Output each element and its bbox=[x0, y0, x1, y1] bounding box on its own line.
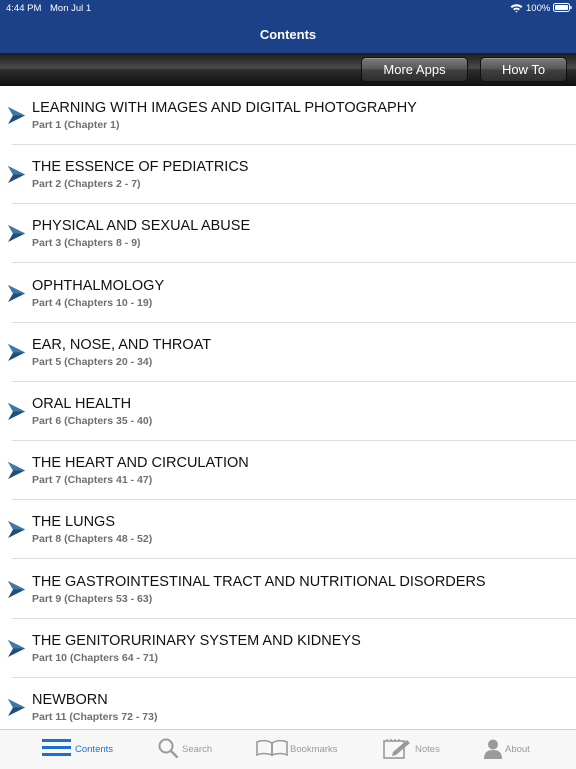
contents-row[interactable]: THE GENITORURINARY SYSTEM AND KIDNEYS Par… bbox=[0, 619, 576, 678]
tab-notes[interactable]: Notes bbox=[383, 730, 445, 769]
contents-row-title: EAR, NOSE, AND THROAT bbox=[32, 336, 212, 353]
nav-header: 4:44 PM Mon Jul 1 100% Contents bbox=[0, 0, 576, 53]
contents-row-title: NEWBORN bbox=[32, 692, 108, 708]
how-to-button[interactable]: How To bbox=[480, 57, 567, 82]
more-apps-button[interactable]: More Apps bbox=[361, 57, 468, 82]
contents-row[interactable]: NEWBORN Part 11 (Chapters 72 - 73) bbox=[0, 678, 576, 729]
tab-label-search: Search bbox=[182, 744, 213, 755]
contents-row[interactable]: THE HEART AND CIRCULATION Part 7 (Chapter… bbox=[0, 441, 576, 501]
tab-label-contents: Contents bbox=[75, 744, 114, 755]
person-icon bbox=[484, 739, 502, 764]
chevron-right-icon bbox=[8, 284, 25, 302]
tab-search[interactable]: Search bbox=[158, 730, 218, 769]
search-icon bbox=[158, 738, 179, 763]
contents-row[interactable]: LEARNING WITH IMAGES AND DIGITAL PHOTOGR… bbox=[0, 86, 576, 145]
contents-row[interactable]: THE LUNGS Part 8 (Chapters 48 - 52) bbox=[0, 500, 576, 560]
contents-row[interactable]: ORAL HEALTH Part 6 (Chapters 35 - 40) bbox=[0, 382, 576, 441]
chevron-right-icon bbox=[8, 166, 25, 184]
contents-row[interactable]: PHYSICAL AND SEXUAL ABUSE Part 3 (Chapter… bbox=[0, 204, 576, 264]
contents-row-subtitle: Part 8 (Chapters 48 - 52) bbox=[32, 533, 153, 546]
contents-row-title: THE GASTROINTESTINAL TRACT AND NUTRITION… bbox=[32, 573, 486, 590]
contents-row[interactable]: OPHTHALMOLOGY Part 4 (Chapters 10 - 19) bbox=[0, 264, 576, 323]
contents-row-subtitle: Part 6 (Chapters 35 - 40) bbox=[32, 415, 153, 427]
wifi-icon bbox=[510, 3, 523, 13]
status-time: 4:44 PM bbox=[6, 3, 42, 14]
chevron-right-icon bbox=[8, 639, 25, 657]
contents-row-title: PHYSICAL AND SEXUAL ABUSE bbox=[32, 218, 251, 235]
contents-row-subtitle: Part 4 (Chapters 10 - 19) bbox=[32, 296, 153, 309]
contents-row-title: OPHTHALMOLOGY bbox=[32, 277, 165, 294]
status-date: Mon Jul 1 bbox=[50, 3, 92, 14]
tab-label-about: About bbox=[505, 744, 530, 755]
chevron-right-icon bbox=[8, 462, 25, 480]
contents-row-subtitle: Part 1 (Chapter 1) bbox=[32, 119, 120, 131]
page-title: Contents bbox=[259, 27, 317, 42]
contents-row-title: ORAL HEALTH bbox=[32, 396, 132, 412]
contents-row-subtitle: Part 2 (Chapters 2 - 7) bbox=[32, 178, 141, 191]
notes-icon bbox=[383, 738, 411, 764]
book-icon bbox=[256, 739, 288, 761]
contents-row-subtitle: Part 3 (Chapters 8 - 9) bbox=[32, 237, 141, 250]
contents-row-subtitle: Part 11 (Chapters 72 - 73) bbox=[32, 711, 158, 723]
battery-percent: 100% bbox=[526, 3, 551, 14]
contents-row-title: THE LUNGS bbox=[32, 514, 115, 531]
contents-row-subtitle: Part 10 (Chapters 64 - 71) bbox=[32, 651, 159, 664]
contents-row[interactable]: THE GASTROINTESTINAL TRACT AND NUTRITION… bbox=[0, 560, 576, 619]
contents-row-subtitle: Part 9 (Chapters 53 - 63) bbox=[32, 592, 153, 605]
contents-row-subtitle: Part 7 (Chapters 41 - 47) bbox=[32, 474, 153, 487]
contents-row-title: LEARNING WITH IMAGES AND DIGITAL PHOTOGR… bbox=[32, 100, 417, 116]
chevron-right-icon bbox=[8, 403, 25, 420]
tab-bookmarks[interactable]: Bookmarks bbox=[256, 730, 346, 769]
chevron-right-icon bbox=[8, 580, 25, 598]
contents-row-title: THE ESSENCE OF PEDIATRICS bbox=[32, 159, 249, 176]
tab-contents[interactable]: Contents bbox=[42, 730, 122, 769]
chevron-right-icon bbox=[8, 699, 25, 716]
chevron-right-icon bbox=[8, 107, 25, 124]
list-icon bbox=[42, 738, 71, 762]
contents-row[interactable]: EAR, NOSE, AND THROAT Part 5 (Chapters 20… bbox=[0, 323, 576, 382]
tab-label-bookmarks: Bookmarks bbox=[290, 744, 338, 755]
contents-row-subtitle: Part 5 (Chapters 20 - 34) bbox=[32, 355, 153, 368]
battery-icon bbox=[553, 3, 572, 12]
chevron-right-icon bbox=[8, 343, 25, 361]
contents-row-title: THE HEART AND CIRCULATION bbox=[32, 455, 249, 472]
toolbar: More Apps How To bbox=[0, 53, 576, 86]
contents-list: LEARNING WITH IMAGES AND DIGITAL PHOTOGR… bbox=[0, 86, 576, 729]
tab-label-notes: Notes bbox=[415, 744, 440, 755]
tab-about[interactable]: About bbox=[484, 730, 544, 769]
chevron-right-icon bbox=[8, 225, 25, 243]
chevron-right-icon bbox=[8, 521, 25, 539]
contents-row[interactable]: THE ESSENCE OF PEDIATRICS Part 2 (Chapter… bbox=[0, 145, 576, 205]
contents-row-title: THE GENITORURINARY SYSTEM AND KIDNEYS bbox=[32, 632, 361, 649]
status-bar: 4:44 PM Mon Jul 1 100% bbox=[0, 0, 576, 16]
tab-bar: Contents Search Bookmarks Notes About bbox=[0, 729, 576, 769]
